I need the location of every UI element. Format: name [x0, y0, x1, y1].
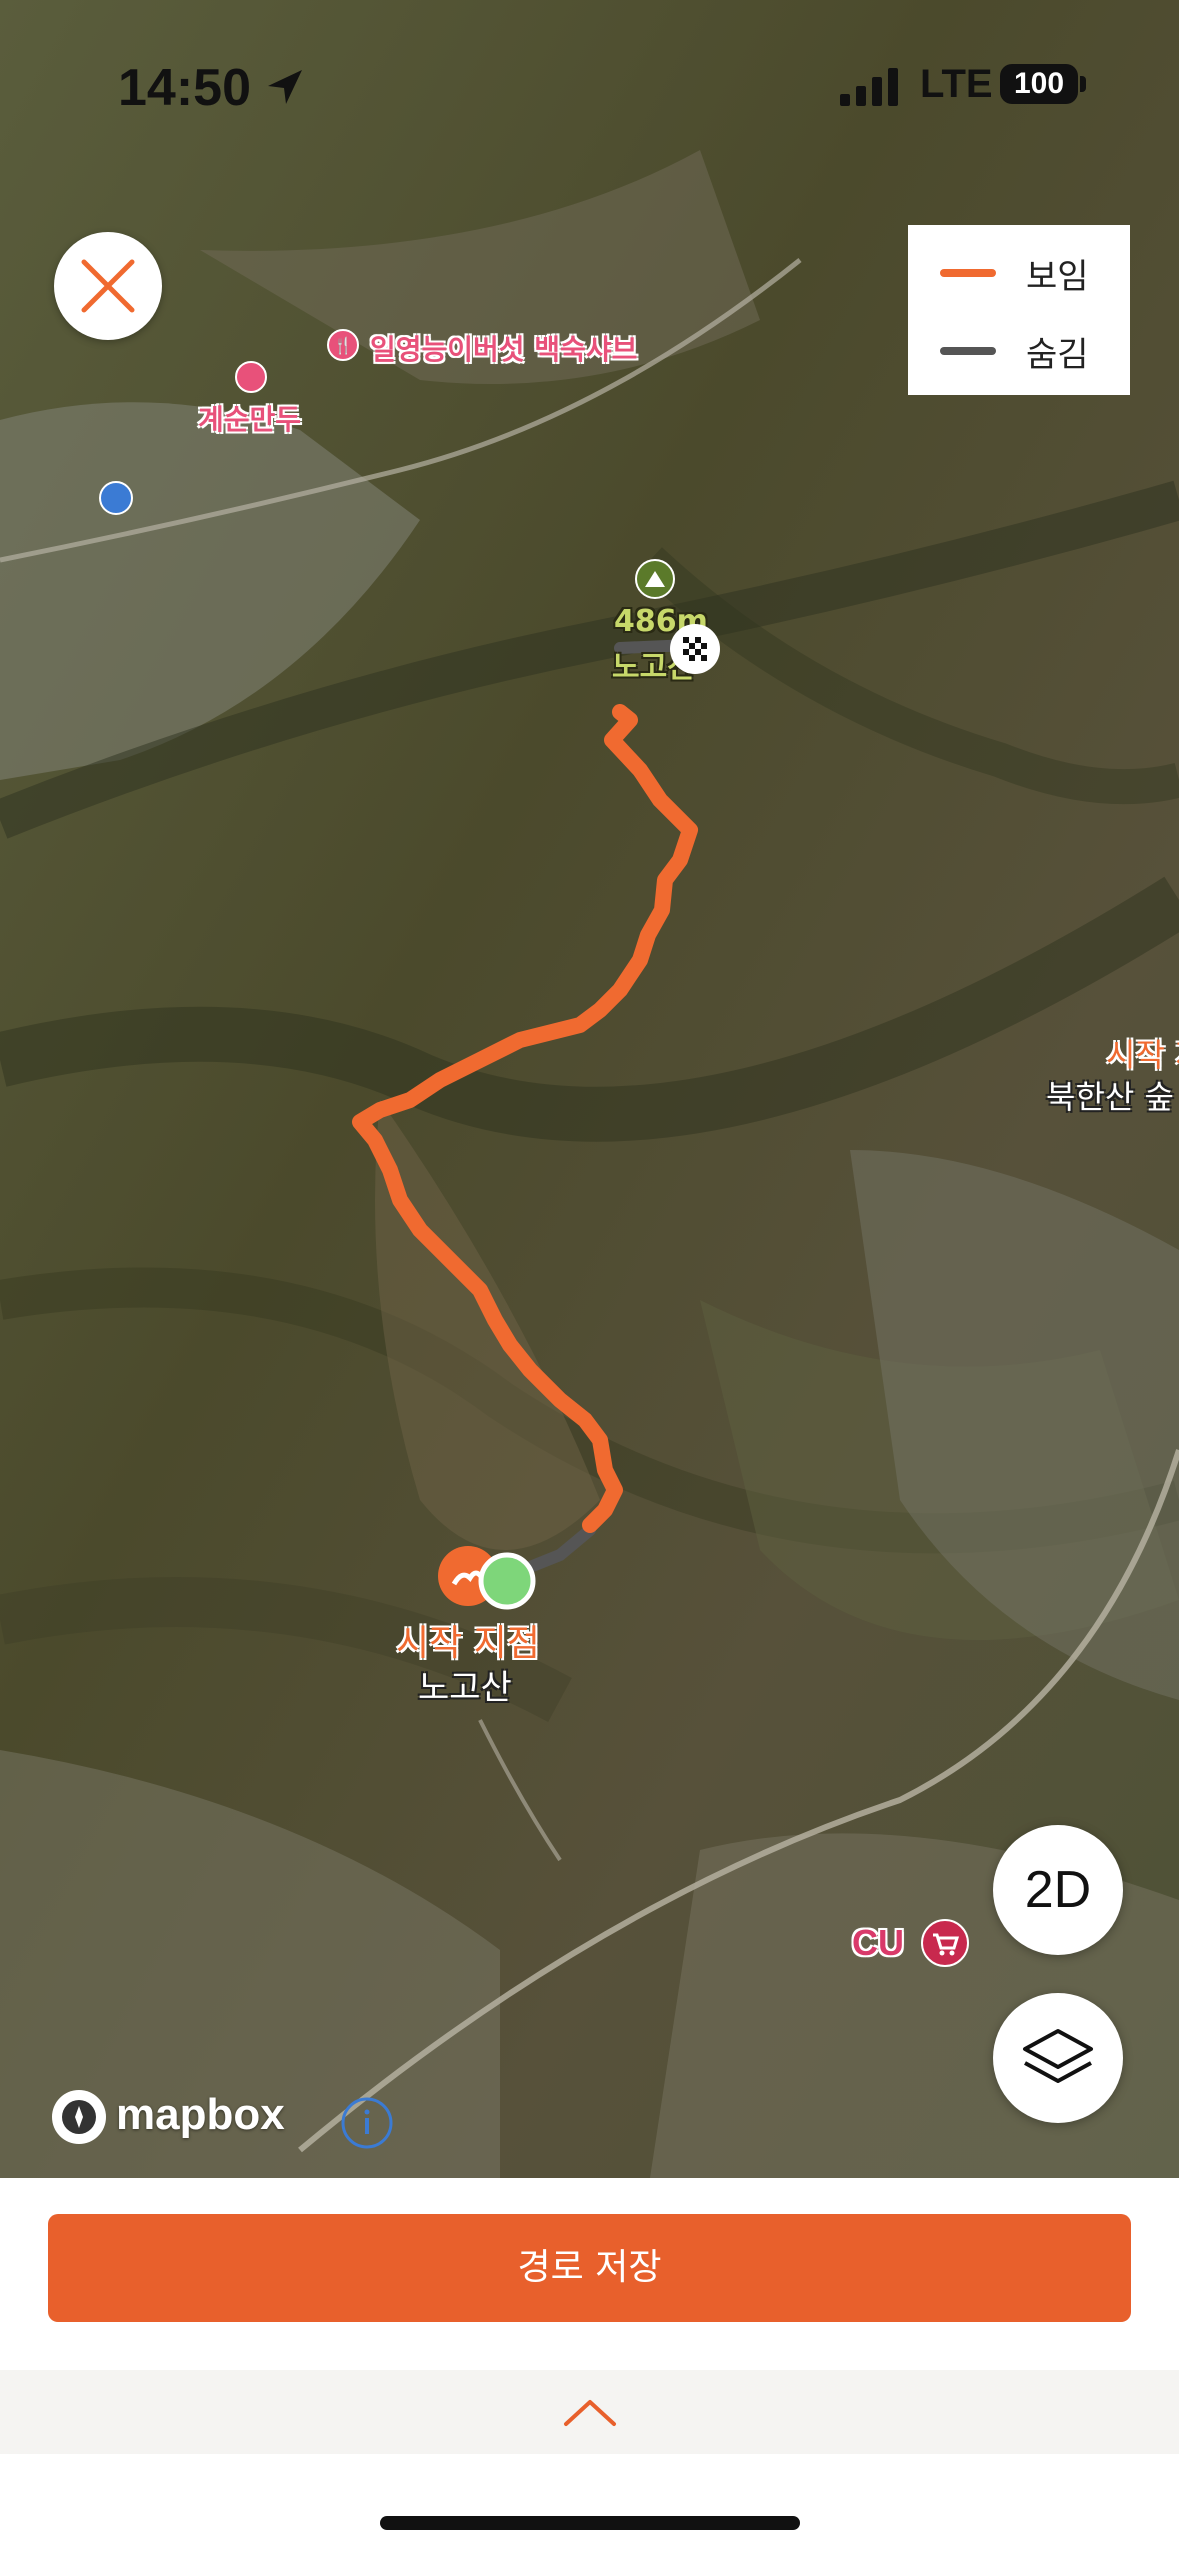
svg-text:🍴: 🍴: [333, 336, 353, 355]
mountain-peak-icon[interactable]: [634, 558, 676, 600]
finish-flag-icon[interactable]: [668, 622, 722, 676]
battery-icon: 100: [1000, 64, 1078, 104]
poi-store-label[interactable]: CU: [852, 1922, 904, 1964]
location-arrow-icon: [268, 70, 302, 104]
legend-swatch-hidden: [940, 347, 996, 355]
poi-restaurant-label[interactable]: 계순만두: [198, 398, 301, 438]
facility-pin-icon[interactable]: [98, 480, 134, 516]
network-type: LTE: [920, 62, 993, 106]
legend-swatch-visible: [940, 269, 996, 277]
edge-start-label: 시작 지: [1106, 1036, 1179, 1074]
route-legend: 보임 숨김: [908, 225, 1130, 395]
chevron-up-icon: [564, 2400, 616, 2426]
poi-restaurant-label[interactable]: 일영능이버섯 백숙샤브: [370, 328, 637, 368]
info-icon[interactable]: [340, 2096, 394, 2150]
restaurant-pin-icon[interactable]: [234, 360, 268, 394]
map-view[interactable]: 🍴 일영능이버섯 백숙샤브 계순만두 486m 노고산 시작 지점 노고산 시작…: [0, 0, 1179, 2178]
layers-icon: [1023, 2029, 1093, 2083]
save-route-button[interactable]: 경로 저장: [48, 2214, 1131, 2322]
bottom-sheet-toggle[interactable]: [0, 2370, 1179, 2454]
view-2d-button[interactable]: 2D: [993, 1825, 1123, 1955]
edge-trail-label: 북한산 숲: [1046, 1078, 1174, 1116]
home-indicator: [380, 2516, 800, 2530]
layers-button[interactable]: [993, 1993, 1123, 2123]
close-icon: [81, 259, 135, 313]
cellular-signal-icon: [840, 68, 898, 106]
battery-tip: [1080, 76, 1086, 92]
mapbox-logo-icon: [52, 2090, 106, 2144]
mapbox-wordmark: mapbox: [116, 2090, 285, 2139]
start-point-label: 시작 지점: [396, 1623, 540, 1664]
legend-label: 숨김: [1026, 335, 1089, 375]
start-point-name: 노고산: [418, 1668, 512, 1708]
status-time: 14:50: [118, 59, 251, 117]
legend-label: 보임: [1026, 257, 1089, 297]
restaurant-pin-icon[interactable]: 🍴: [326, 328, 360, 362]
start-point-marker-icon[interactable]: [478, 1552, 536, 1610]
status-bar: 14:50 LTE 100: [0, 58, 1179, 118]
shopping-cart-icon[interactable]: [920, 1918, 970, 1968]
close-button[interactable]: [54, 232, 162, 340]
